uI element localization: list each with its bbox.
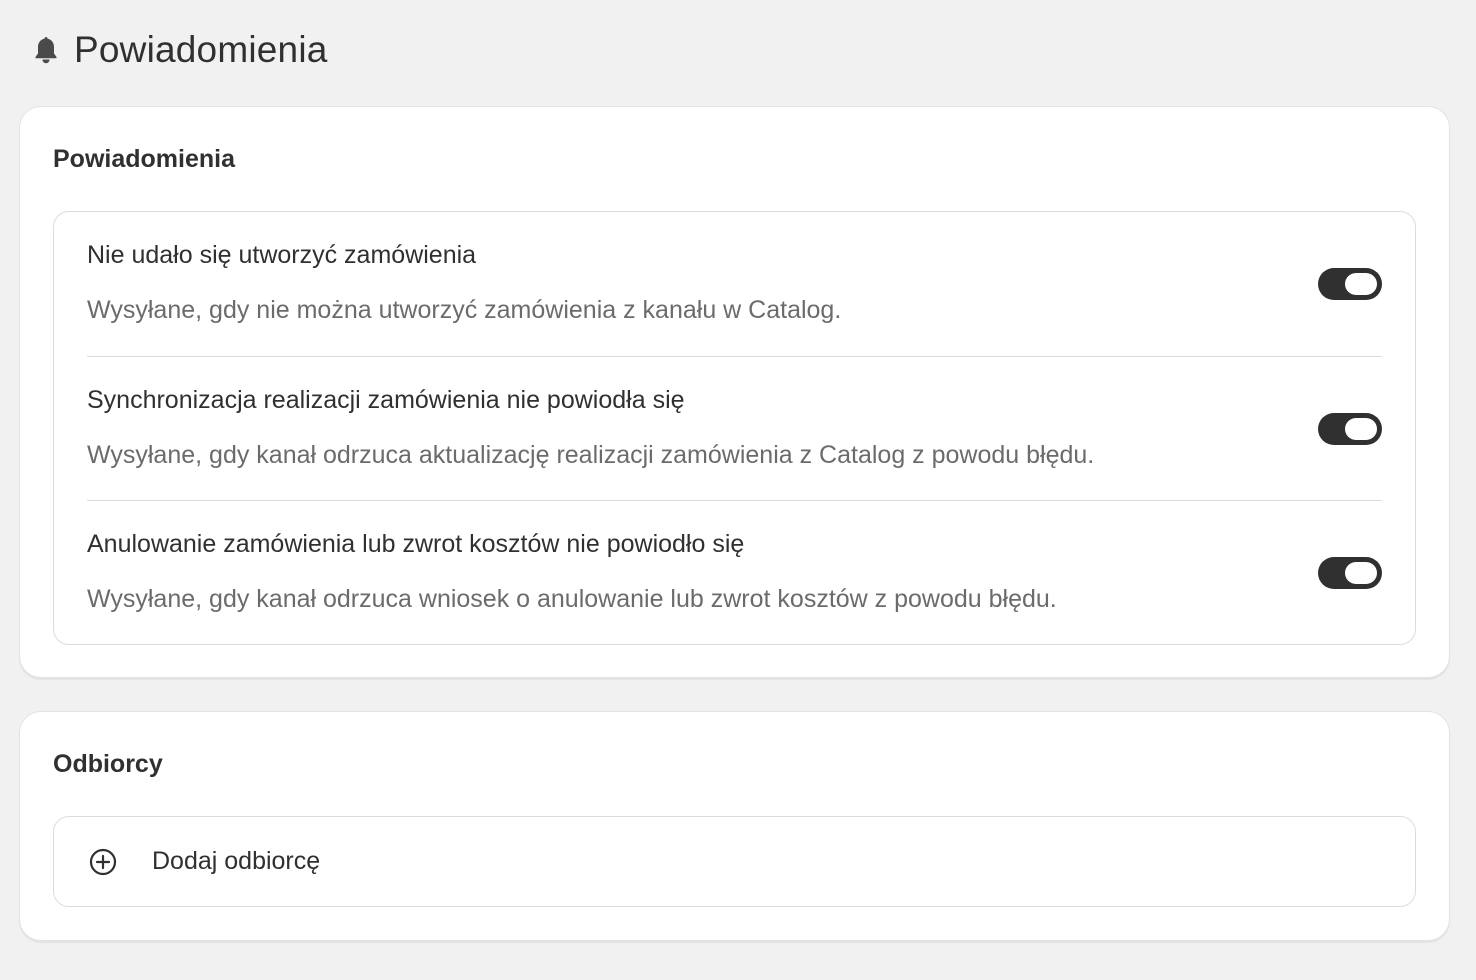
add-recipient-label: Dodaj odbiorcę — [152, 847, 321, 875]
recipients-card-title: Odbiorcy — [53, 750, 163, 778]
notification-toggle-fulfillment-sync-failed[interactable] — [1318, 413, 1382, 445]
notifications-card: Powiadomienia Nie udało się utworzyć zam… — [19, 106, 1450, 678]
notification-description: Wysyłane, gdy kanał odrzuca wniosek o an… — [87, 585, 1057, 613]
toggle-knob — [1345, 562, 1377, 584]
notification-title: Synchronizacja realizacji zamówienia nie… — [87, 386, 685, 414]
page-header: Powiadomienia — [32, 28, 328, 72]
notification-row-cancellation-refund-failed: Anulowanie zamówienia lub zwrot kosztów … — [87, 500, 1382, 644]
notification-description: Wysyłane, gdy kanał odrzuca aktualizację… — [87, 441, 1095, 469]
notification-description: Wysyłane, gdy nie można utworzyć zamówie… — [87, 296, 842, 324]
notification-title: Anulowanie zamówienia lub zwrot kosztów … — [87, 530, 745, 558]
page-title: Powiadomienia — [74, 29, 328, 70]
notifications-list: Nie udało się utworzyć zamówienia Wysyła… — [53, 211, 1416, 645]
notification-row-order-creation-failed: Nie udało się utworzyć zamówienia Wysyła… — [87, 212, 1382, 356]
notification-title: Nie udało się utworzyć zamówienia — [87, 241, 477, 269]
toggle-knob — [1345, 418, 1377, 440]
recipients-box: Dodaj odbiorcę — [53, 816, 1416, 907]
notification-toggle-cancellation-refund-failed[interactable] — [1318, 557, 1382, 589]
toggle-knob — [1345, 273, 1377, 295]
notifications-card-title: Powiadomienia — [53, 145, 235, 173]
bell-icon — [32, 35, 60, 65]
notification-toggle-order-creation-failed[interactable] — [1318, 268, 1382, 300]
notification-row-fulfillment-sync-failed: Synchronizacja realizacji zamówienia nie… — [87, 356, 1382, 500]
recipients-card: Odbiorcy Dodaj odbiorcę — [19, 711, 1450, 941]
plus-circle-icon — [88, 847, 118, 877]
add-recipient-button[interactable]: Dodaj odbiorcę — [54, 817, 1415, 906]
